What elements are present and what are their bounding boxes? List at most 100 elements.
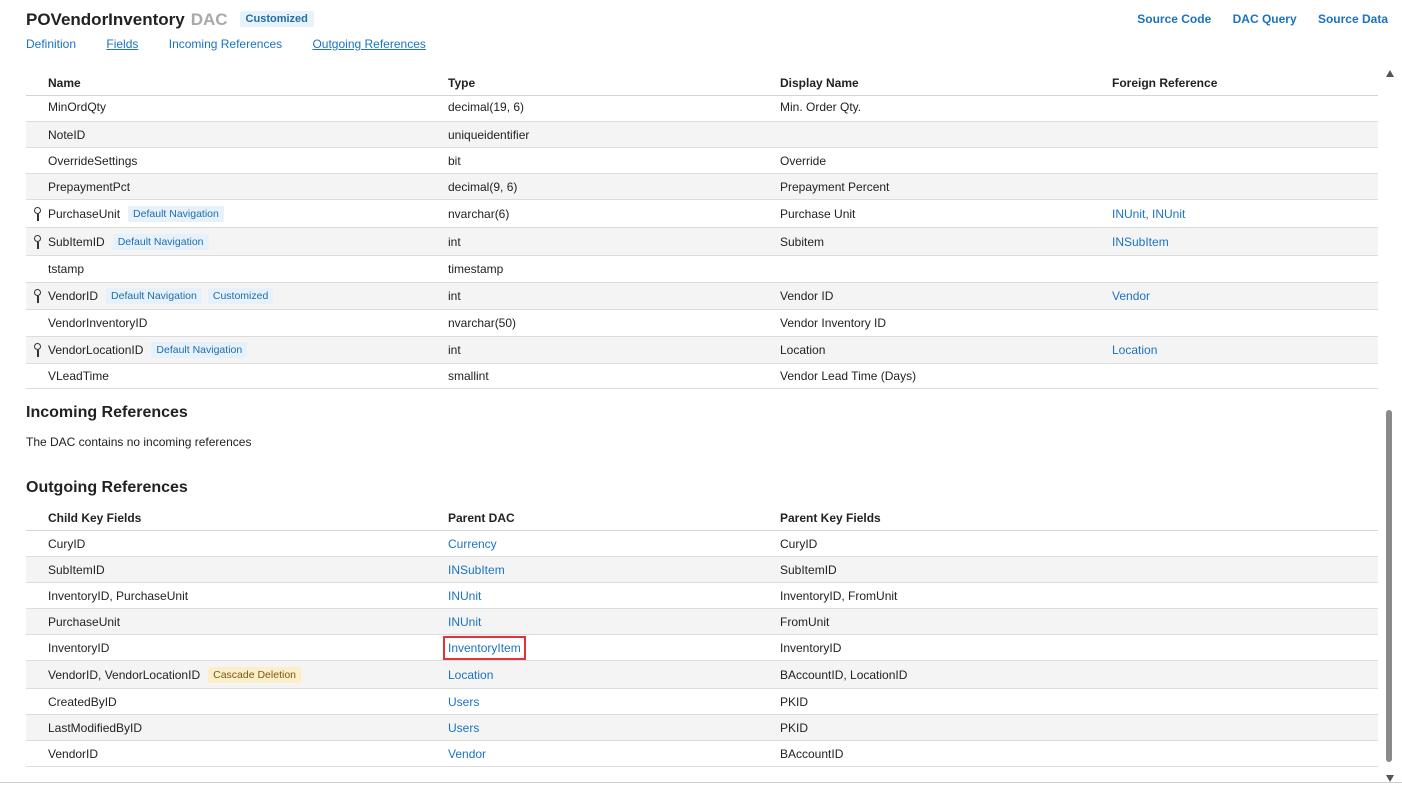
table-row: OverrideSettings bit Override [26, 148, 1378, 174]
child-key-fields: InventoryID [48, 640, 110, 655]
field-display-name: Vendor ID [780, 289, 834, 303]
foreign-reference-link[interactable]: INSubItem [1112, 235, 1169, 249]
parent-dac-link[interactable]: Users [448, 721, 479, 735]
tab-outgoing-references[interactable]: Outgoing References [312, 37, 425, 51]
field-type: decimal(9, 6) [448, 179, 518, 194]
parent-dac-link[interactable]: Currency [448, 537, 497, 551]
field-type: nvarchar(50) [448, 316, 517, 330]
table-row: PurchaseUnit Default Navigation nvarchar(6… [26, 200, 1378, 228]
foreign-reference-link[interactable]: Location [1112, 343, 1157, 357]
column-header-parent-key-fields: Parent Key Fields [780, 511, 881, 525]
incoming-references-title: Incoming References [26, 404, 188, 421]
vertical-scrollbar[interactable] [1385, 70, 1396, 782]
field-name: MinOrdQty [48, 99, 107, 114]
field-type: nvarchar(6) [448, 206, 510, 221]
key-icon-stem [37, 213, 39, 221]
parent-dac-link[interactable]: INUnit [448, 615, 481, 629]
default-navigation-tag: Default Navigation [128, 205, 224, 222]
field-name-cell: tstamp [48, 262, 84, 276]
field-type: int [448, 343, 461, 357]
scroll-down-arrow-icon[interactable] [1386, 775, 1394, 782]
dac-query-link[interactable]: DAC Query [1233, 12, 1297, 26]
field-name: SubItemID [48, 234, 105, 249]
key-icon [34, 206, 42, 221]
child-key-fields-cell: CreatedByID [48, 695, 117, 709]
table-row: CreatedByID Users PKID [26, 689, 1378, 715]
outgoing-references-title: Outgoing References [26, 479, 188, 496]
parent-dac-link[interactable]: INSubItem [448, 563, 505, 577]
field-name-cell: VLeadTime [48, 369, 109, 383]
field-name-cell: PrepaymentPct [48, 180, 130, 194]
child-key-fields: VendorID, VendorLocationID [48, 667, 201, 682]
table-row: VendorID Default Navigation Customized int V… [26, 283, 1378, 310]
tab-fields[interactable]: Fields [106, 37, 138, 51]
parent-dac-link[interactable]: Vendor [448, 747, 486, 761]
field-name-cell: SubItemID Default Navigation [48, 233, 209, 250]
parent-key-fields: BAccountID [780, 746, 844, 761]
parent-key-fields: BAccountID, LocationID [780, 667, 908, 682]
table-row: PurchaseUnit INUnit FromUnit [26, 609, 1378, 635]
key-icon-stem [37, 241, 39, 249]
parent-key-fields: FromUnit [780, 614, 830, 629]
table-row: tstamp timestamp [26, 256, 1378, 283]
tab-incoming-references[interactable]: Incoming References [169, 37, 282, 51]
field-name-cell: MinOrdQty [48, 100, 106, 114]
default-navigation-tag: Default Navigation [151, 342, 248, 358]
outgoing-table-body: CuryID Currency CuryID SubItemID INSubItem Su… [26, 531, 1378, 767]
child-key-fields-cell: LastModifiedByID [48, 721, 142, 735]
table-row: SubItemID INSubItem SubItemID [26, 557, 1378, 583]
default-navigation-tag: Default Navigation [106, 288, 202, 304]
key-icon-ring [34, 206, 41, 214]
fields-table: Name Type Display Name Foreign Reference… [26, 72, 1378, 389]
parent-key-fields: SubItemID [780, 562, 837, 577]
source-code-link[interactable]: Source Code [1137, 12, 1211, 26]
outgoing-table-header: Child Key Fields Parent DAC Parent Key F… [26, 507, 1378, 531]
parent-dac-link[interactable]: INUnit [448, 589, 481, 603]
child-key-fields-cell: CuryID [48, 537, 85, 551]
table-row: PrepaymentPct decimal(9, 6) Prepayment Per… [26, 174, 1378, 200]
customized-tag: Customized [207, 288, 274, 304]
field-name: PrepaymentPct [48, 179, 131, 194]
table-row: VendorID Vendor BAccountID [26, 741, 1378, 767]
parent-key-fields: CuryID [780, 536, 818, 551]
child-key-fields: LastModifiedByID [48, 720, 143, 735]
field-type: bit [448, 153, 461, 168]
table-row: SubItemID Default Navigation int Subitem INS… [26, 228, 1378, 256]
scroll-up-arrow-icon[interactable] [1386, 70, 1394, 77]
child-key-fields: CuryID [48, 536, 86, 551]
field-name: tstamp [48, 262, 85, 276]
child-key-fields: CreatedByID [48, 694, 117, 709]
child-key-fields-cell: PurchaseUnit [48, 615, 120, 629]
table-row: LastModifiedByID Users PKID [26, 715, 1378, 741]
field-name: NoteID [48, 127, 86, 142]
foreign-reference-link[interactable]: INUnit, INUnit [1112, 207, 1185, 221]
field-display-name: Vendor Inventory ID [780, 316, 887, 330]
field-type: uniqueidentifier [448, 127, 530, 142]
section-tabs: Definition Fields Incoming References Ou… [26, 37, 453, 51]
field-name-cell: VendorLocationID Default Navigation [48, 342, 248, 358]
key-icon [34, 343, 42, 357]
incoming-references-empty-text: The DAC contains no incoming references [26, 435, 252, 449]
top-links: Source Code DAC Query Source Data [1119, 12, 1388, 26]
field-type: decimal(19, 6) [448, 99, 525, 114]
fields-table-body: MinOrdQty decimal(19, 6) Min. Order Qty. No… [26, 92, 1378, 389]
column-header-child-key-fields: Child Key Fields [48, 511, 142, 525]
tab-definition[interactable]: Definition [26, 37, 76, 51]
foreign-reference-link[interactable]: Vendor [1112, 289, 1150, 303]
field-name-cell: VendorInventoryID [48, 316, 147, 330]
page-header: POVendorInventory DAC Customized Source Co… [26, 8, 1396, 68]
parent-key-fields: InventoryID, FromUnit [780, 588, 898, 603]
parent-dac-link[interactable]: Users [448, 695, 479, 709]
child-key-fields-cell: VendorID [48, 747, 98, 761]
parent-dac-link[interactable]: Location [448, 668, 493, 682]
field-name: VendorLocationID [48, 343, 144, 357]
column-header-parent-dac: Parent DAC [448, 511, 515, 525]
parent-dac-link[interactable]: InventoryItem [443, 635, 526, 660]
field-name: VendorInventoryID [48, 316, 148, 330]
source-data-link[interactable]: Source Data [1318, 12, 1388, 26]
child-key-fields-cell: SubItemID [48, 563, 105, 577]
scrollbar-thumb[interactable] [1386, 410, 1392, 762]
field-name: OverrideSettings [48, 153, 138, 168]
column-header-name: Name [48, 76, 81, 90]
table-row: MinOrdQty decimal(19, 6) Min. Order Qty. [26, 92, 1378, 122]
